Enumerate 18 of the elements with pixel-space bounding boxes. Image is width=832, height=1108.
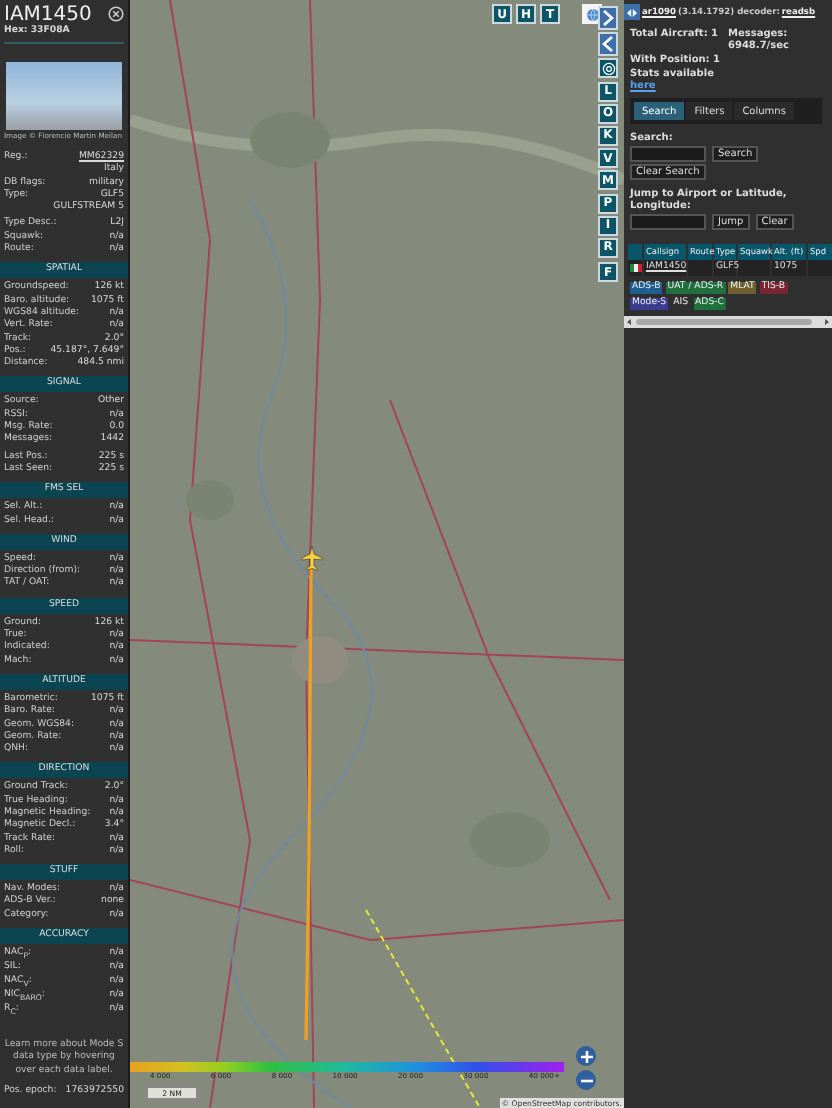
plus-icon bbox=[579, 1049, 593, 1063]
close-icon bbox=[108, 6, 124, 22]
globe-icon bbox=[585, 7, 599, 21]
jump-field[interactable] bbox=[630, 214, 706, 230]
close-button[interactable] bbox=[108, 6, 124, 22]
double-arrow-icon bbox=[626, 7, 638, 17]
collapse-button[interactable] bbox=[598, 32, 618, 57]
aircraft-callsign: IAM1450 bbox=[4, 4, 92, 26]
toggle-sidebar-button[interactable] bbox=[624, 4, 640, 20]
expand-button[interactable] bbox=[598, 6, 618, 30]
aircraft-icon[interactable] bbox=[301, 545, 323, 571]
flag-icon bbox=[630, 264, 642, 272]
photo-placeholder bbox=[6, 62, 122, 130]
chevron-right-icon bbox=[602, 10, 614, 26]
settings-icon bbox=[601, 61, 615, 76]
settings-button[interactable] bbox=[598, 58, 618, 79]
search-field[interactable] bbox=[630, 146, 706, 162]
chevron-left-icon bbox=[602, 36, 614, 53]
